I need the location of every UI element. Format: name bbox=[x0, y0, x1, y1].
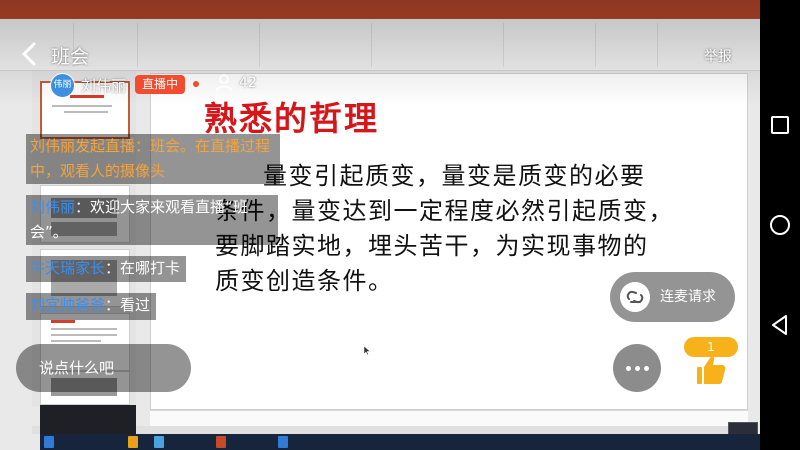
report-button[interactable]: 举报 bbox=[704, 46, 732, 66]
system-nav-bar bbox=[760, 0, 800, 450]
slide-line: 条件，量变达到一定程度必然引起质变， bbox=[215, 197, 674, 225]
host-avatar[interactable]: 伟丽 bbox=[50, 73, 75, 98]
windows-taskbar bbox=[40, 434, 760, 450]
chat-message: 牛天瑞家长：在哪打卡 bbox=[26, 256, 187, 282]
chat-text: ：看过 bbox=[105, 296, 151, 314]
host-name: 刘伟丽 bbox=[81, 77, 127, 95]
connect-mic-button[interactable]: 连麦请求 bbox=[610, 272, 735, 322]
mouse-cursor-icon bbox=[364, 346, 370, 355]
chat-text: 刘伟丽发起直播：班会。在直播过程中，观看人的摄像头 bbox=[30, 137, 271, 180]
back-triangle-icon[interactable] bbox=[768, 313, 792, 337]
ppt-statusbar bbox=[32, 426, 748, 434]
person-icon bbox=[216, 74, 232, 92]
slide-line: 质变创造条件。 bbox=[215, 267, 394, 295]
recent-apps-square-icon[interactable] bbox=[768, 113, 792, 137]
viewer-count: 42 bbox=[239, 75, 257, 91]
chat-message-system: 刘伟丽发起直播：班会。在直播过程中，观看人的摄像头 bbox=[26, 134, 280, 184]
chat-message: 刘宜帅爸爸：看过 bbox=[26, 293, 157, 320]
chat-username: 牛天瑞家长 bbox=[30, 259, 106, 277]
app-icon bbox=[278, 436, 288, 448]
app-icon bbox=[154, 436, 164, 448]
home-circle-icon[interactable] bbox=[768, 213, 792, 237]
live-status-badge: 直播中 bbox=[135, 75, 185, 94]
live-dot-icon bbox=[193, 81, 199, 87]
comment-input[interactable]: 说点什么吧 bbox=[16, 344, 191, 392]
windows-start-icon bbox=[44, 436, 54, 448]
file-explorer-icon bbox=[128, 436, 138, 448]
chat-username: 刘伟丽 bbox=[30, 198, 76, 216]
chat-text: ：在哪打卡 bbox=[105, 259, 181, 277]
ppt-notes-pane bbox=[150, 410, 748, 426]
connect-mic-label: 连麦请求 bbox=[660, 289, 716, 305]
more-ellipsis-icon[interactable] bbox=[613, 344, 661, 392]
link-icon bbox=[620, 282, 650, 312]
chat-username: 刘宜帅爸爸 bbox=[30, 296, 106, 314]
chat-message: 刘伟丽：欢迎大家来观看直播“班会”。 bbox=[26, 195, 278, 245]
room-title: 班会 bbox=[51, 46, 90, 68]
thumbs-up-icon[interactable] bbox=[684, 353, 738, 387]
powerpoint-icon bbox=[216, 436, 226, 448]
slide-line: 要脚踏实地，埋头苦干，为实现事物的 bbox=[215, 232, 649, 260]
camera-panel bbox=[40, 405, 136, 434]
back-chevron-icon[interactable] bbox=[16, 40, 44, 68]
slide-line: 量变引起质变，量变是质变的必要 bbox=[263, 162, 646, 190]
live-stream-screen: 熟悉的哲理 量变引起质变，量变是质变的必要 条件，量变达到一定程度必然引起质变，… bbox=[0, 0, 760, 450]
